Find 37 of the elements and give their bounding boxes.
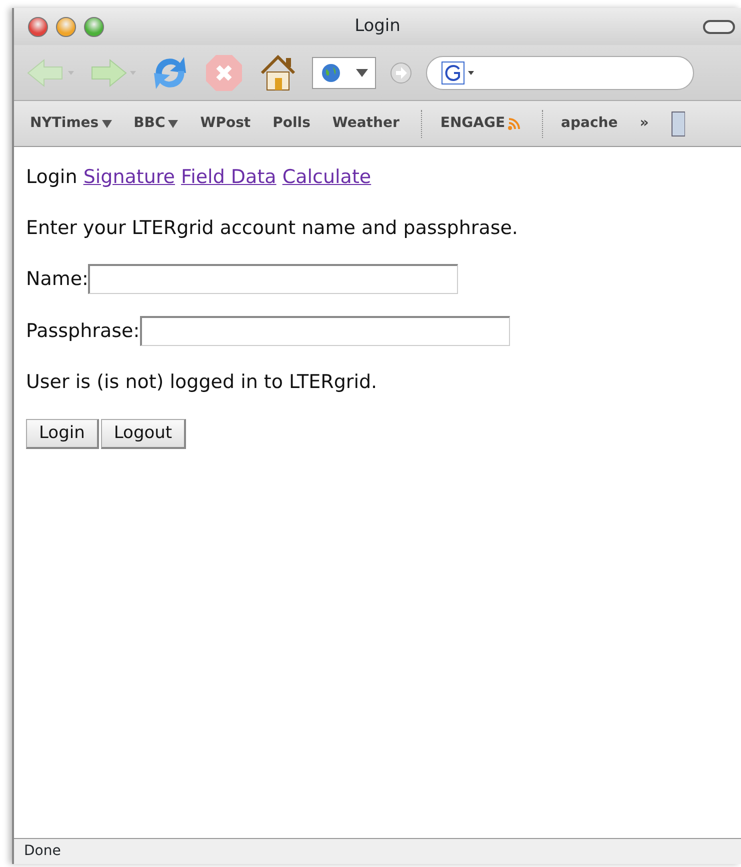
search-engine-icon[interactable] [441, 60, 477, 84]
nav-label: Login [26, 166, 78, 188]
caret-icon [356, 68, 368, 78]
sidebar-icon[interactable] [670, 110, 685, 136]
go-icon[interactable] [390, 62, 412, 84]
form-button[interactable]: Logout [100, 418, 186, 449]
minimize-button[interactable] [56, 16, 76, 36]
globe-icon [320, 62, 340, 82]
login-status-text: User is (is not) logged in to LTERgrid. [26, 370, 378, 395]
feed-icon [508, 118, 520, 130]
input-field[interactable] [140, 316, 510, 346]
search-field[interactable] [426, 56, 694, 90]
bookmark-item[interactable]: BBC [134, 113, 178, 134]
bookmark-item[interactable]: Polls [272, 113, 310, 134]
bookmark-item[interactable]: apache [561, 113, 618, 134]
bookmark-item[interactable]: Weather [332, 113, 400, 134]
bookmarks-overflow-button[interactable]: » [640, 113, 649, 134]
status-text: Done [24, 842, 61, 861]
caret-icon [102, 119, 112, 128]
instruction-text: Enter your LTERgrid account name and passphrase. [26, 216, 519, 240]
nav-link[interactable]: Calculate [282, 166, 372, 188]
input-field[interactable] [88, 264, 458, 294]
nav-link[interactable]: Field Data [181, 166, 276, 188]
window-title: Login [354, 16, 400, 36]
field-label: Name: [26, 266, 88, 292]
field-label: Passphrase: [26, 318, 140, 344]
bookmark-item[interactable]: WPost [200, 113, 251, 134]
bookmark-item[interactable]: ENGAGE [440, 113, 520, 134]
bookmark-item[interactable]: NYTimes [30, 113, 112, 134]
nav-link[interactable]: Signature [83, 166, 175, 188]
close-button[interactable] [28, 16, 48, 36]
zoom-button[interactable] [84, 16, 104, 36]
home-icon[interactable] [258, 52, 298, 92]
site-menu-button[interactable] [312, 56, 376, 88]
toolbar-toggle-button[interactable] [703, 20, 735, 34]
caret-icon [168, 119, 178, 128]
form-button[interactable]: Login [26, 418, 99, 449]
